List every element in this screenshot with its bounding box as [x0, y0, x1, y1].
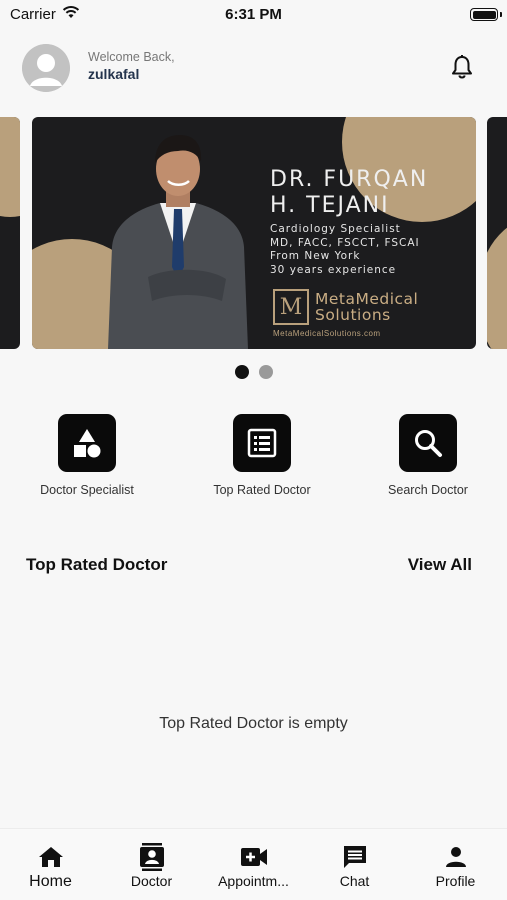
- user-placeholder-icon: [22, 44, 70, 92]
- chat-icon: [304, 843, 405, 871]
- list-icon: [233, 414, 291, 472]
- tab-doctor-label: Doctor: [130, 873, 173, 889]
- doctor-photo: [108, 135, 248, 349]
- brand-name: MetaMedical Solutions: [315, 291, 418, 323]
- top-rated-doctor-label: Top Rated Doctor: [213, 483, 311, 497]
- brand-logo: M: [273, 289, 309, 325]
- section-title: Top Rated Doctor: [26, 555, 168, 574]
- brand-url: MetaMedicalSolutions.com: [273, 329, 381, 338]
- banner-specialty: Cardiology Specialist: [270, 223, 401, 235]
- tab-doctor[interactable]: Doctor: [101, 843, 202, 889]
- tab-appointment[interactable]: Appointm...: [203, 843, 304, 889]
- carousel-indicator: [0, 365, 507, 379]
- carousel-slide-next[interactable]: [487, 117, 507, 349]
- contact-card-icon: [101, 843, 202, 871]
- doctor-specialist-label: Doctor Specialist: [40, 483, 134, 497]
- carousel-slide-current[interactable]: DR. FURQAN H. TEJANI Cardiology Speciali…: [32, 117, 476, 349]
- bottom-tab-bar: Home Doctor Appointm... Chat Profile: [0, 828, 507, 900]
- banner-experience: 30 years experience: [270, 263, 397, 276]
- home-icon: [0, 843, 101, 871]
- search-icon: [399, 414, 457, 472]
- view-all-link[interactable]: View All: [408, 555, 472, 575]
- brand-name-line-2: Solutions: [315, 306, 391, 324]
- banner-name-line-2: H. TEJANI: [270, 193, 390, 218]
- tab-chat-label: Chat: [339, 873, 370, 889]
- person-icon: [405, 843, 506, 871]
- avatar[interactable]: [22, 44, 70, 92]
- clock: 6:31 PM: [225, 6, 282, 23]
- banner-name-line-1: DR. FURQAN: [270, 167, 429, 192]
- brand-name-line-1: MetaMedical: [315, 290, 419, 308]
- banner-credentials: MD, FACC, FSCCT, FSCAI: [270, 236, 420, 249]
- top-rated-doctor-button[interactable]: Top Rated Doctor: [202, 414, 322, 497]
- bell-icon[interactable]: [451, 54, 473, 80]
- carousel-slide-previous[interactable]: [0, 117, 20, 349]
- doctor-specialist-button[interactable]: Doctor Specialist: [27, 414, 147, 497]
- tab-profile-label: Profile: [435, 873, 476, 889]
- welcome-text: Welcome Back,: [88, 50, 175, 64]
- status-bar: Carrier 6:31 PM: [0, 0, 507, 30]
- tab-chat[interactable]: Chat: [304, 843, 405, 889]
- carousel-dot[interactable]: [258, 365, 273, 379]
- search-doctor-label: Search Doctor: [388, 483, 468, 497]
- banner-doctor-name: DR. FURQAN H. TEJANI: [270, 167, 470, 219]
- tab-home[interactable]: Home: [0, 843, 101, 891]
- search-doctor-button[interactable]: Search Doctor: [368, 414, 488, 497]
- tab-appointment-label: Appointm...: [218, 873, 289, 889]
- shapes-icon: [58, 414, 116, 472]
- username: zulkafal: [88, 66, 140, 82]
- video-camera-icon: [203, 843, 304, 871]
- carousel-dot-active[interactable]: [234, 365, 249, 379]
- battery-tip: [500, 12, 502, 17]
- empty-state-message: Top Rated Doctor is empty: [159, 715, 348, 732]
- banner-carousel[interactable]: DR. FURQAN H. TEJANI Cardiology Speciali…: [0, 117, 507, 349]
- banner-location: From New York: [270, 250, 361, 262]
- banner-details: Cardiology Specialist MD, FACC, FSCCT, F…: [270, 223, 470, 277]
- tab-home-label: Home: [29, 873, 72, 890]
- tab-profile[interactable]: Profile: [405, 843, 506, 889]
- battery-icon: [470, 8, 498, 21]
- header: Welcome Back, zulkafal: [22, 44, 485, 92]
